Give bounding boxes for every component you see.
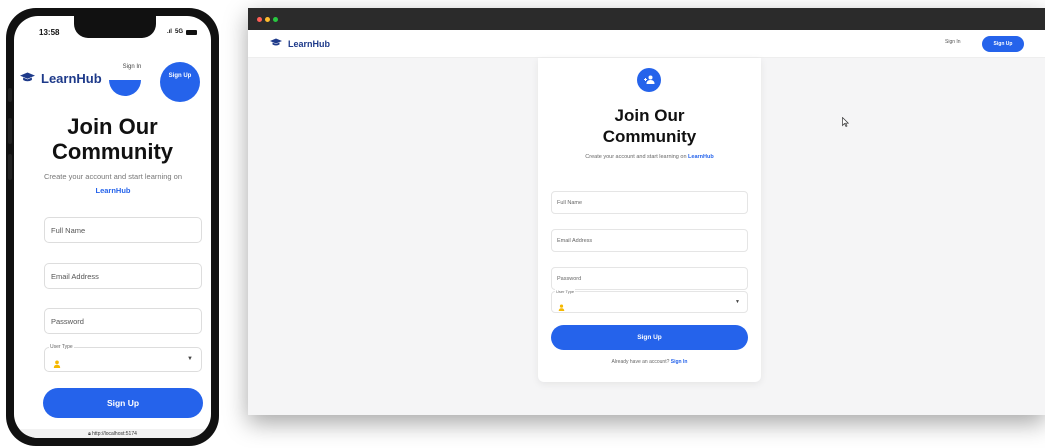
chevron-down-icon: ▼ (735, 299, 740, 305)
mobile-sign-up-submit-button[interactable]: Sign Up (43, 388, 203, 418)
desktop-navbar: LearnHub Sign In Sign Up (248, 30, 1045, 58)
phone-mockup: 13:58 .ıl 5G LearnHub Sign In Sign Up Jo… (6, 8, 219, 446)
graduation-cap-icon (270, 38, 282, 50)
phone-mute-button (8, 88, 12, 102)
mobile-title-line1: Join Our (67, 114, 158, 139)
subtitle: Create your account and start learning o… (538, 154, 761, 160)
phone-notch (74, 16, 156, 38)
mobile-user-type-select[interactable]: User Type ▼ (44, 344, 202, 372)
chevron-down-icon: ▼ (187, 356, 193, 362)
desktop-browser-window: LearnHub Sign In Sign Up Join Our Commun… (248, 8, 1045, 415)
browser-titlebar (248, 8, 1045, 30)
mobile-logo[interactable]: LearnHub (20, 70, 102, 86)
desktop-sign-in-link[interactable]: Sign In (945, 39, 961, 45)
signin-prompt: Already have an account? Sign In (538, 359, 761, 365)
signal-icon: .ıl (166, 29, 172, 35)
home-indicator[interactable] (72, 439, 144, 442)
mobile-sign-up-button[interactable]: Sign Up (160, 62, 200, 102)
add-user-icon (637, 68, 661, 92)
password-field[interactable]: Password (551, 267, 748, 290)
mobile-url-bar[interactable]: 🔒︎ http://localhost:5174 (14, 429, 211, 438)
phone-volume-down-button (8, 154, 12, 180)
mobile-brand-name: LearnHub (41, 70, 102, 86)
user-type-select[interactable]: User Type ▼ (551, 289, 748, 313)
maximize-window-button[interactable] (273, 17, 278, 22)
email-field[interactable]: Email Address (551, 229, 748, 252)
desktop-logo[interactable]: LearnHub (270, 38, 330, 50)
signup-card: Join Our Community Create your account a… (538, 58, 761, 382)
page-title: Join Our Community (538, 105, 761, 147)
lock-icon: 🔒︎ (88, 431, 91, 437)
title-line1: Join Our (614, 106, 685, 125)
graduation-cap-icon (20, 70, 35, 86)
mobile-sign-in-link[interactable]: Sign In (120, 62, 144, 73)
phone-screen: 13:58 .ıl 5G LearnHub Sign In Sign Up Jo… (14, 16, 211, 438)
desktop-sign-up-button[interactable]: Sign Up (982, 36, 1024, 52)
desktop-brand-name: LearnHub (288, 39, 331, 49)
brand-link[interactable]: LearnHub (688, 154, 714, 160)
user-type-label: User Type (555, 289, 576, 294)
user-icon (53, 355, 61, 368)
signin-prompt-text: Already have an account? (611, 359, 670, 365)
footer-sign-in-link[interactable]: Sign In (671, 359, 688, 365)
minimize-window-button[interactable] (265, 17, 270, 22)
mobile-user-type-label: User Type (49, 344, 74, 350)
battery-icon (186, 29, 197, 35)
mobile-full-name-field[interactable]: Full Name (44, 217, 202, 243)
mobile-navbar: LearnHub Sign In Sign Up (14, 44, 211, 104)
mobile-brand-link[interactable]: LearnHub (32, 184, 194, 198)
cursor-icon (842, 116, 850, 129)
close-window-button[interactable] (257, 17, 262, 22)
title-line2: Community (602, 127, 697, 146)
mobile-subtitle: Create your account and start learning o… (32, 170, 194, 198)
mobile-password-field[interactable]: Password (44, 308, 202, 334)
full-name-field[interactable]: Full Name (551, 191, 748, 214)
network-label: 5G (174, 29, 183, 35)
sign-up-submit-button[interactable]: Sign Up (551, 325, 748, 350)
phone-volume-up-button (8, 118, 12, 144)
mobile-subtitle-text: Create your account and start learning o… (44, 172, 182, 181)
status-time: 13:58 (39, 28, 60, 37)
mobile-url-text: http://localhost:5174 (92, 431, 137, 437)
status-signal: .ıl 5G (167, 29, 197, 35)
mobile-title-line2: Community (52, 139, 173, 164)
subtitle-text: Create your account and start learning o… (585, 154, 687, 160)
mobile-page-title: Join Our Community (14, 114, 211, 164)
user-icon (558, 298, 565, 311)
mobile-email-field[interactable]: Email Address (44, 263, 202, 289)
